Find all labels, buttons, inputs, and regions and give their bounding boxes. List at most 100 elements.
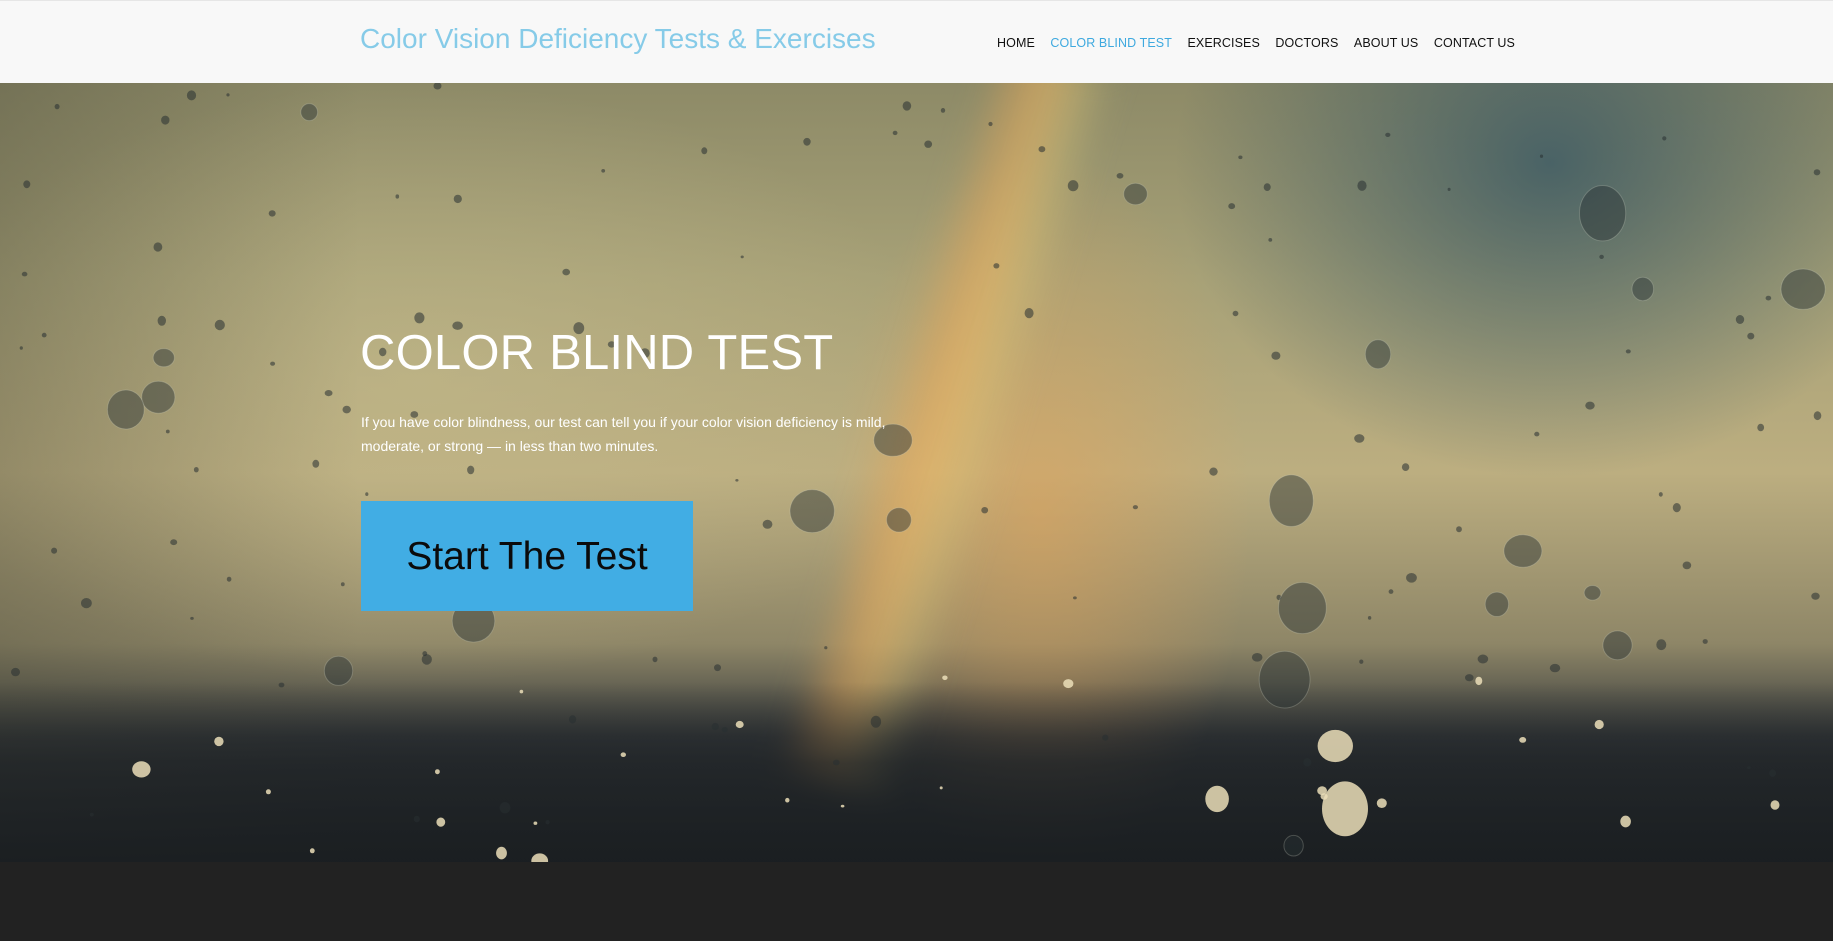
raindrop bbox=[193, 467, 199, 473]
raindrop bbox=[1271, 351, 1281, 360]
raindrop bbox=[51, 547, 58, 554]
raindrop bbox=[1503, 534, 1543, 568]
raindrop bbox=[1602, 630, 1633, 661]
site-title-link[interactable]: Color Vision Deficiency Tests & Exercise… bbox=[360, 21, 876, 57]
raindrop bbox=[152, 348, 175, 368]
raindrop bbox=[1354, 434, 1365, 443]
raindrop bbox=[1116, 173, 1124, 179]
raindrop bbox=[436, 817, 446, 827]
raindrop bbox=[1359, 659, 1364, 664]
raindrop bbox=[942, 675, 948, 681]
hero-description: If you have color blindness, our test ca… bbox=[361, 414, 886, 454]
raindrop bbox=[1780, 268, 1826, 310]
raindrop bbox=[1364, 339, 1392, 370]
raindrop bbox=[939, 786, 943, 790]
raindrop bbox=[1658, 492, 1663, 497]
raindrop bbox=[620, 752, 626, 757]
raindrop bbox=[892, 130, 898, 136]
raindrop bbox=[1317, 786, 1327, 796]
start-test-button[interactable]: Start The Test bbox=[361, 501, 693, 611]
raindrop bbox=[824, 646, 828, 650]
raindrop bbox=[803, 137, 811, 146]
raindrop bbox=[531, 853, 549, 862]
raindrop bbox=[1278, 581, 1327, 635]
raindrop bbox=[1367, 616, 1372, 620]
raindrop bbox=[312, 459, 320, 468]
raindrop bbox=[342, 405, 351, 414]
nav-item-contact-us[interactable]: CONTACT US bbox=[1434, 35, 1515, 51]
raindrop bbox=[1662, 136, 1667, 141]
nav-item-exercises[interactable]: EXERCISES bbox=[1187, 35, 1259, 51]
main-nav: HOME COLOR BLIND TEST EXERCISES DOCTORS … bbox=[997, 35, 1530, 51]
raindrop bbox=[569, 715, 577, 724]
raindrop bbox=[1073, 596, 1077, 600]
raindrop bbox=[1238, 155, 1243, 160]
raindrop bbox=[106, 389, 145, 430]
raindrop bbox=[1583, 585, 1602, 601]
raindrop bbox=[1322, 781, 1368, 837]
footer-band bbox=[0, 862, 1833, 941]
raindrop bbox=[740, 255, 744, 259]
site-header: Color Vision Deficiency Tests & Exercise… bbox=[0, 0, 1833, 83]
raindrop bbox=[268, 210, 276, 217]
raindrop bbox=[265, 789, 271, 795]
raindrop bbox=[981, 507, 989, 514]
raindrop bbox=[1123, 182, 1148, 206]
raindrop bbox=[1132, 505, 1138, 510]
raindrop bbox=[1682, 561, 1692, 570]
raindrop bbox=[993, 263, 1000, 269]
raindrop bbox=[165, 429, 170, 434]
raindrop bbox=[1599, 254, 1604, 259]
raindrop bbox=[1317, 729, 1354, 763]
raindrop bbox=[1477, 654, 1489, 664]
raindrop bbox=[902, 101, 912, 111]
raindrop bbox=[89, 812, 94, 817]
raindrop bbox=[533, 821, 538, 825]
raindrop bbox=[1625, 349, 1631, 354]
raindrop bbox=[467, 465, 475, 475]
raindrop bbox=[323, 655, 354, 686]
raindrop bbox=[1205, 785, 1229, 813]
raindrop bbox=[1251, 653, 1263, 662]
raindrop bbox=[1585, 401, 1595, 410]
raindrop bbox=[1283, 834, 1304, 857]
raindrop bbox=[1209, 467, 1218, 476]
raindrop bbox=[1024, 308, 1034, 319]
raindrop bbox=[1456, 526, 1462, 533]
raindrop bbox=[735, 479, 739, 482]
nav-item-about-us[interactable]: ABOUT US bbox=[1354, 35, 1418, 51]
raindrop bbox=[11, 667, 20, 677]
raindrop bbox=[545, 820, 550, 825]
nav-item-home[interactable]: HOME bbox=[997, 35, 1035, 51]
nav-item-doctors[interactable]: DOCTORS bbox=[1275, 35, 1338, 51]
raindrop bbox=[1484, 591, 1510, 617]
hero-section: COLOR BLIND TEST If you have color blind… bbox=[0, 83, 1833, 862]
raindrop bbox=[1747, 332, 1755, 340]
raindrop bbox=[1406, 573, 1417, 583]
raindrop bbox=[81, 598, 92, 609]
raindrop bbox=[1258, 650, 1311, 709]
raindrop bbox=[1465, 674, 1474, 682]
raindrop bbox=[519, 689, 524, 694]
raindrop bbox=[186, 90, 197, 101]
raindrop bbox=[1067, 180, 1079, 192]
raindrop bbox=[1357, 180, 1367, 191]
raindrop bbox=[54, 103, 60, 110]
raindrop bbox=[1656, 639, 1667, 651]
raindrop bbox=[324, 390, 333, 397]
raindrop bbox=[1475, 676, 1483, 686]
raindrop bbox=[988, 121, 993, 127]
raindrop bbox=[300, 103, 319, 122]
nav-item-color-blind-test[interactable]: COLOR BLIND TEST bbox=[1050, 35, 1172, 51]
raindrop bbox=[1770, 800, 1780, 810]
raindrop bbox=[413, 815, 420, 823]
raindrop bbox=[601, 169, 606, 173]
raindrop bbox=[1534, 431, 1540, 437]
raindrop bbox=[226, 93, 230, 97]
raindrop bbox=[421, 654, 432, 665]
raindrop bbox=[1747, 766, 1751, 770]
raindrop bbox=[1549, 663, 1561, 673]
raindrop bbox=[157, 315, 166, 326]
raindrop bbox=[23, 180, 31, 189]
hero-title: COLOR BLIND TEST bbox=[360, 326, 834, 380]
